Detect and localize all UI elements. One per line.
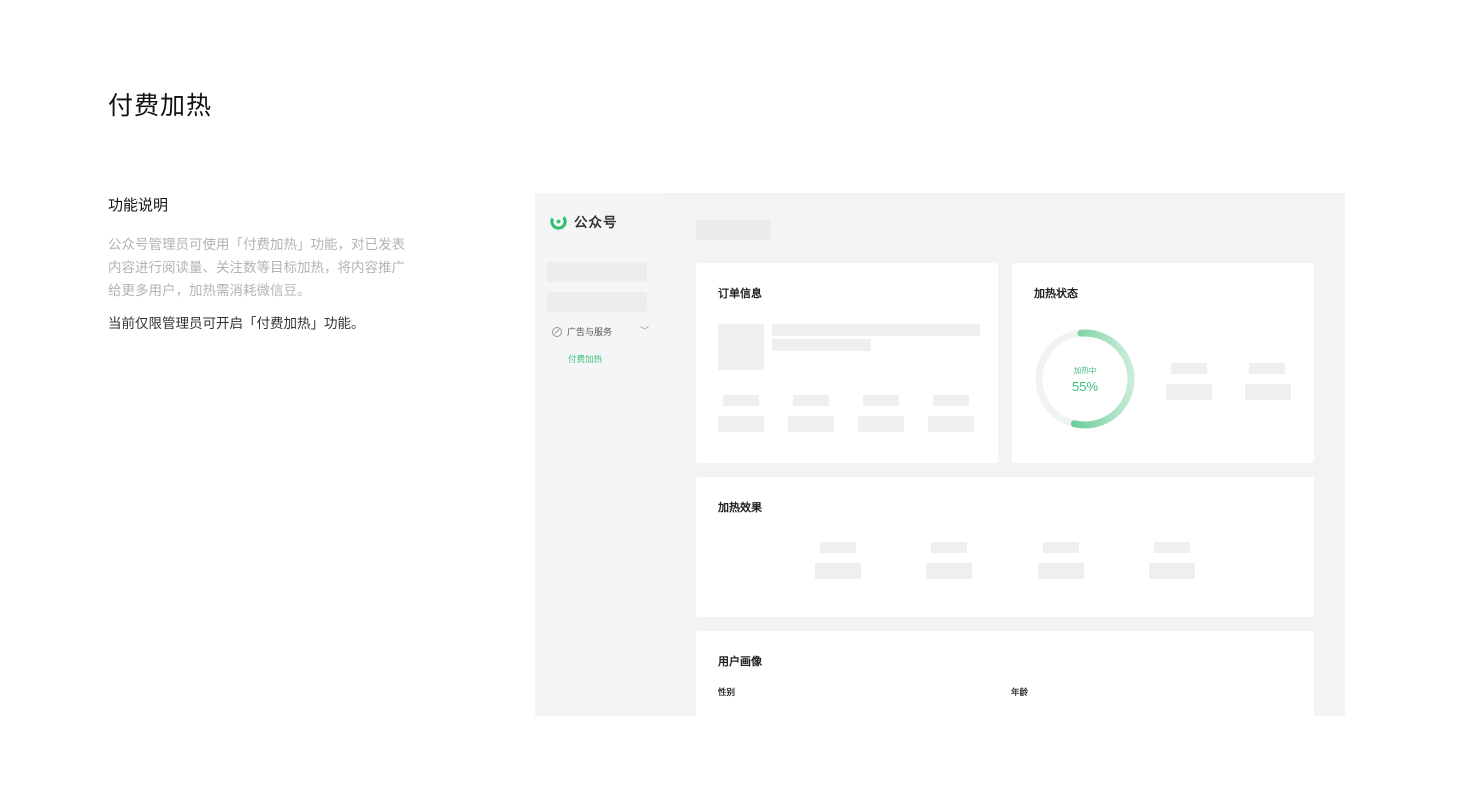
stat-value-placeholder [815, 563, 861, 579]
stat-value-placeholder [788, 416, 834, 432]
order-info-card: 订单信息 [696, 263, 998, 463]
description-heading: 功能说明 [108, 197, 169, 214]
wechat-official-account-logo-icon [550, 212, 567, 230]
stat-value-placeholder [718, 416, 764, 432]
stat-label-placeholder [1171, 363, 1207, 374]
user-profile-title: 用户画像 [718, 656, 762, 668]
progress-percent: 55% [1071, 378, 1099, 394]
stat-value-placeholder [1038, 563, 1084, 579]
feature-description: 功能说明 公众号管理员可使用「付费加热」功能，对已发表内容进行阅读量、关注数等目… [108, 194, 408, 335]
stat-value-placeholder [926, 563, 972, 579]
page-title: 付费加热 [108, 92, 213, 120]
stat-label-placeholder [931, 542, 967, 553]
sidebar-placeholder [547, 262, 647, 282]
stat-label-placeholder [933, 395, 969, 406]
order-info-title: 订单信息 [718, 288, 762, 300]
stat-value-placeholder [1166, 384, 1212, 400]
stat-label-placeholder [793, 395, 829, 406]
ban-circle-icon [552, 326, 562, 337]
boost-status-title: 加热状态 [1034, 288, 1078, 300]
progress-label: 加热中 55% [1033, 327, 1137, 431]
user-profile-card: 用户画像 性别 年龄 [696, 631, 1314, 716]
sidebar-placeholder [547, 292, 647, 312]
boost-effect-card: 加热效果 [696, 477, 1314, 617]
stat-value-placeholder [858, 416, 904, 432]
mock-brand-name: 公众号 [574, 215, 618, 230]
sidebar-item-label: 广告与服务 [567, 327, 613, 337]
mock-main: 订单信息 加热状态 加热中 55% 加热效果 用户画像 性别 年龄 [665, 193, 1345, 716]
stat-value-placeholder [1245, 384, 1291, 400]
age-label: 年龄 [1011, 687, 1029, 697]
stat-label-placeholder [1154, 542, 1190, 553]
text-placeholder [772, 324, 980, 336]
stat-label-placeholder [863, 395, 899, 406]
boost-status-card: 加热状态 加热中 55% [1012, 263, 1314, 463]
description-note: 当前仅限管理员可开启「付费加热」功能。 [108, 316, 365, 331]
gender-label: 性别 [718, 687, 736, 697]
mock-logo[interactable]: 公众号 [549, 211, 618, 231]
stat-label-placeholder [723, 395, 759, 406]
stat-label-placeholder [1249, 363, 1285, 374]
mock-sidebar: 公众号 广告与服务 ﹀ 付费加热 [535, 193, 665, 716]
sidebar-item-ads-services[interactable]: 广告与服务 ﹀ [552, 325, 652, 338]
header-placeholder [696, 220, 770, 240]
description-body: 公众号管理员可使用「付费加热」功能，对已发表内容进行阅读量、关注数等目标加热，将… [108, 237, 405, 298]
stat-label-placeholder [1043, 542, 1079, 553]
text-placeholder [772, 339, 871, 351]
ui-mockup: 公众号 广告与服务 ﹀ 付费加热 订单信息 加热状态 加热中 55% 加热效果 … [535, 193, 1345, 716]
sidebar-subitem-paid-boost[interactable]: 付费加热 [568, 353, 602, 365]
chevron-down-icon: ﹀ [640, 326, 650, 336]
progress-status-text: 加热中 [1073, 365, 1097, 375]
thumbnail-placeholder [718, 324, 764, 370]
stat-label-placeholder [820, 542, 856, 553]
boost-effect-title: 加热效果 [718, 502, 762, 514]
stat-value-placeholder [1149, 563, 1195, 579]
stat-value-placeholder [928, 416, 974, 432]
